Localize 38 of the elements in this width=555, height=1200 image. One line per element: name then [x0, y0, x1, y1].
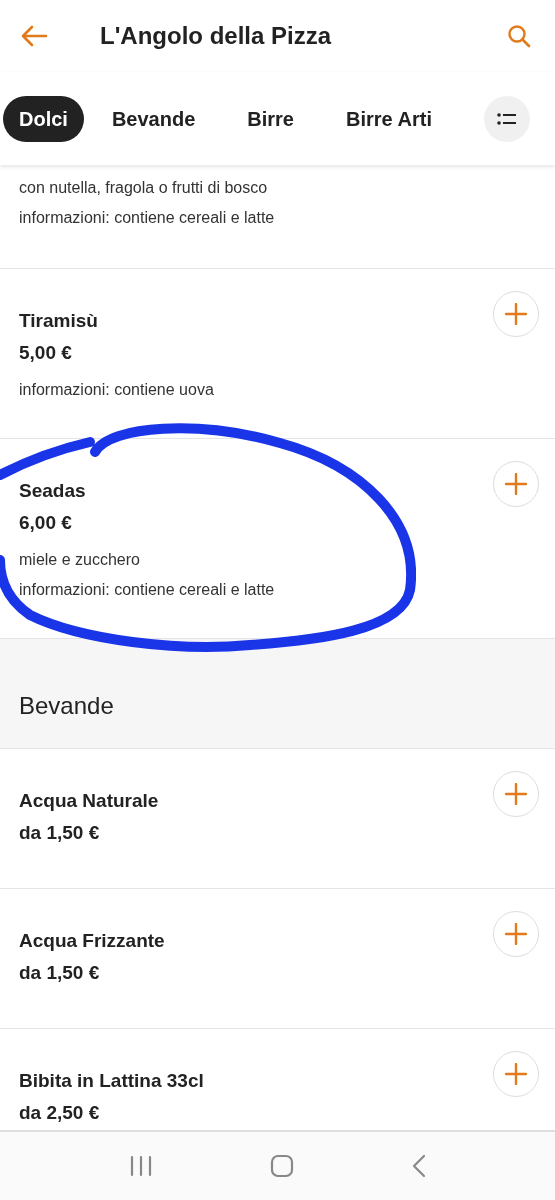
plus-icon: [505, 783, 527, 805]
back-arrow-icon[interactable]: [20, 24, 48, 48]
item-price: 6,00 €: [19, 511, 73, 535]
search-icon[interactable]: [507, 24, 531, 48]
item-price: da 1,50 €: [19, 821, 101, 845]
item-name: Bibita in Lattina 33cl: [19, 1069, 204, 1093]
add-button[interactable]: [493, 291, 539, 337]
back-icon[interactable]: [410, 1154, 427, 1178]
category-tab[interactable]: Bevande: [87, 95, 220, 142]
category-list-button[interactable]: [484, 95, 530, 142]
plus-icon: [505, 923, 527, 945]
section-heading: Bevande: [19, 691, 114, 721]
add-button[interactable]: [493, 461, 539, 507]
item-description: miele e zucchero: [19, 550, 141, 570]
add-button[interactable]: [493, 771, 539, 817]
plus-icon: [505, 303, 527, 325]
page-title: L'Angolo della Pizza: [100, 21, 332, 51]
add-button[interactable]: [493, 911, 539, 957]
item-price: da 1,50 €: [19, 961, 101, 985]
recent-apps-icon[interactable]: [128, 1154, 153, 1178]
category-tab[interactable]: Birre: [223, 95, 318, 142]
item-description: informazioni: contiene uova: [19, 380, 214, 400]
category-tab[interactable]: Dolci: [3, 95, 84, 142]
plus-icon: [505, 1063, 527, 1085]
item-description: informazioni: contiene cereali e latte: [19, 208, 275, 228]
add-button[interactable]: [493, 1051, 539, 1097]
home-icon[interactable]: [269, 1154, 294, 1178]
item-price: da 2,50 €: [19, 1101, 101, 1125]
plus-icon: [505, 473, 527, 495]
list-icon: [497, 111, 517, 126]
category-tab[interactable]: Birre Arti: [322, 95, 456, 142]
item-name: Acqua Naturale: [19, 789, 159, 813]
item-name: Tiramisù: [19, 309, 99, 333]
item-name: Seadas: [19, 479, 87, 503]
item-name: Acqua Frizzante: [19, 929, 165, 953]
item-description: con nutella, fragola o frutti di bosco: [19, 178, 269, 198]
item-description: informazioni: contiene cereali e latte: [19, 580, 275, 600]
item-price: 5,00 €: [19, 341, 73, 365]
